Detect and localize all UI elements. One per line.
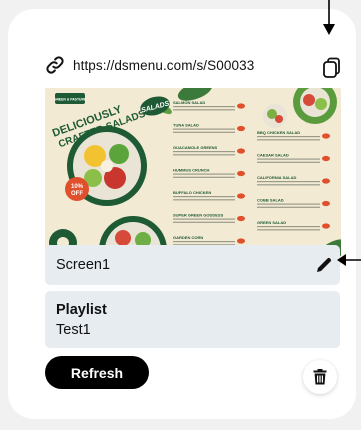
edit-name-button[interactable] bbox=[315, 256, 333, 274]
screen-url-row: https://dsmenu.com/s/S00033 bbox=[45, 55, 254, 75]
menu-item-price-tag bbox=[322, 133, 330, 139]
menu-item-description-line bbox=[257, 139, 320, 141]
menu-item-price-tag bbox=[237, 215, 245, 222]
menu-item-name: BUFFALO CHICKEN bbox=[173, 190, 211, 195]
menu-item-price-tag bbox=[322, 200, 330, 207]
screen-name-value: Screen1 bbox=[56, 257, 111, 273]
menu-item-description-line bbox=[173, 154, 235, 156]
menu-item-description-line bbox=[173, 218, 235, 220]
menu-item-name: COBB SALAD bbox=[257, 198, 284, 203]
menu-preview-image: GREEN & PASTURE DELICIOUSLY CRAFTED SALA… bbox=[45, 88, 341, 265]
menu-item-price-tag bbox=[322, 178, 330, 184]
menu-item-name: CAESAR SALAD bbox=[257, 153, 289, 158]
menu-item-description-line bbox=[173, 199, 235, 201]
refresh-button[interactable]: Refresh bbox=[45, 356, 149, 389]
menu-item-description-line bbox=[257, 206, 320, 208]
down-arrow-icon bbox=[323, 0, 335, 35]
screen-name-field[interactable]: Screen1 bbox=[45, 245, 340, 285]
menu-item-price-tag bbox=[322, 223, 330, 229]
copy-icon bbox=[323, 57, 340, 78]
menu-item-name: HUMMUS CRUNCH bbox=[173, 168, 210, 173]
screen-url: https://dsmenu.com/s/S00033 bbox=[73, 57, 255, 73]
menu-item-description-line bbox=[257, 226, 320, 228]
playlist-label: Playlist bbox=[56, 302, 107, 318]
menu-item-description-line bbox=[173, 173, 235, 175]
menu-discount: 10% bbox=[71, 184, 84, 190]
menu-item-description-line bbox=[257, 229, 320, 231]
menu-item-description-line bbox=[173, 131, 235, 133]
menu-item-name: CALIFORNIA SALAD bbox=[257, 175, 297, 180]
svg-text:OFF: OFF bbox=[71, 191, 83, 197]
menu-item-price-tag bbox=[322, 155, 330, 162]
menu-item-price-tag bbox=[237, 193, 245, 199]
menu-item-description-line bbox=[173, 151, 235, 153]
menu-item-price-tag bbox=[237, 103, 245, 109]
link-icon bbox=[46, 56, 64, 74]
menu-item-description-line bbox=[173, 176, 235, 178]
menu-item-description-line bbox=[257, 161, 320, 163]
pencil-icon bbox=[317, 257, 332, 272]
menu-item-description-line bbox=[257, 184, 320, 186]
menu-item-price-tag bbox=[237, 148, 245, 154]
menu-item-description-line bbox=[173, 241, 235, 243]
menu-item-description-line bbox=[173, 128, 235, 130]
menu-item-description-line bbox=[173, 221, 235, 223]
menu-item-description-line bbox=[257, 136, 320, 138]
menu-item-price-tag bbox=[237, 170, 245, 177]
menu-item-description-line bbox=[257, 181, 320, 183]
menu-item-description-line bbox=[257, 203, 320, 205]
menu-item-name: GARDEN CORN bbox=[173, 235, 203, 240]
menu-item-description-line bbox=[173, 106, 235, 108]
playlist-box: Playlist Test1 bbox=[45, 291, 340, 348]
menu-item-name: BBQ CHICKEN SALAD bbox=[257, 130, 300, 135]
left-arrow-icon bbox=[337, 254, 361, 266]
trash-icon bbox=[313, 369, 327, 385]
menu-item-price-tag bbox=[237, 238, 245, 244]
menu-item-description-line bbox=[257, 158, 320, 160]
copy-url-button[interactable] bbox=[322, 57, 342, 79]
menu-item-description-line bbox=[173, 196, 235, 198]
menu-brand: GREEN & PASTURE bbox=[54, 98, 87, 102]
menu-item-name: TUNA SALAD bbox=[173, 123, 199, 128]
menu-item-price-tag bbox=[237, 125, 245, 132]
menu-item-name: GREEN SALAD bbox=[257, 220, 286, 225]
menu-item-name: SUPER GREEN GODDESS bbox=[173, 213, 224, 218]
playlist-value: Test1 bbox=[56, 322, 91, 338]
menu-item-name: GUACAMOLE GREENS bbox=[173, 145, 218, 150]
menu-item-name: SALMON SALAD bbox=[173, 100, 205, 105]
menu-item-description-line bbox=[173, 109, 235, 111]
delete-button[interactable] bbox=[303, 360, 337, 394]
